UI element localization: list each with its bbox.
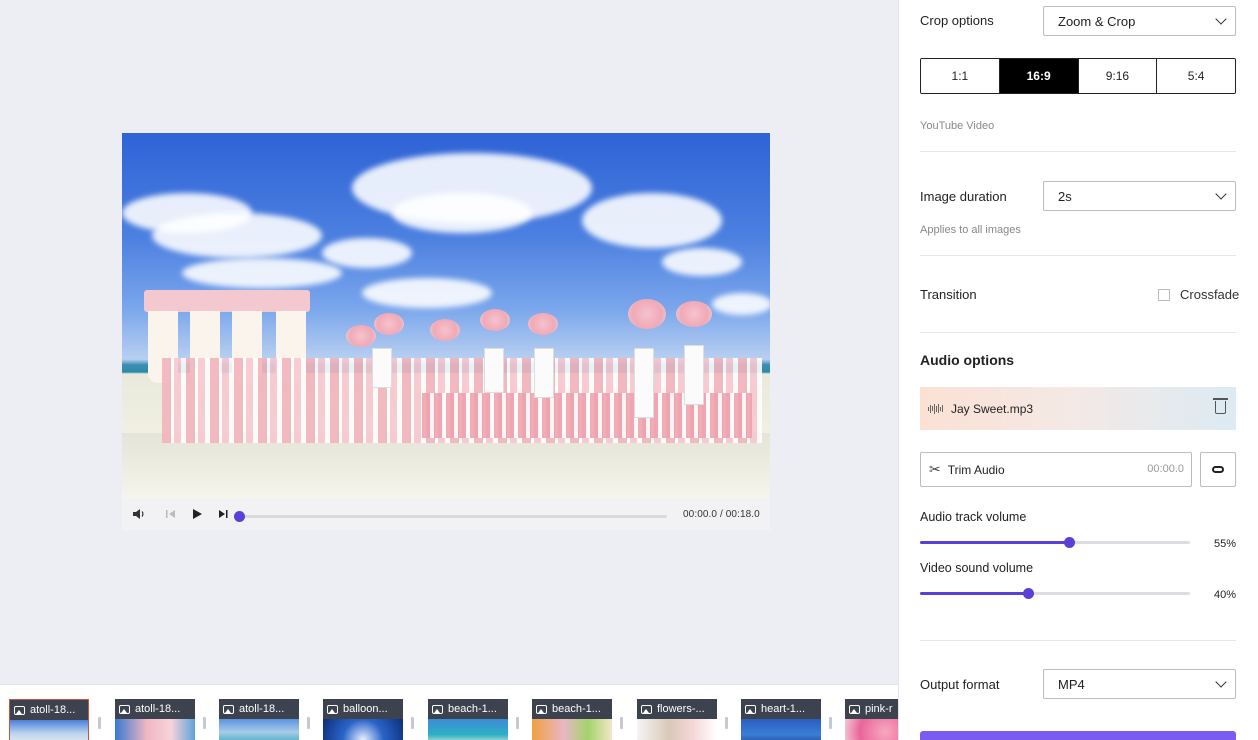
ratio-16-9-button[interactable]: 16:9 [999,59,1079,93]
current-time: 00:00.0 [683,509,718,520]
crossfade-label: Crossfade [1180,287,1240,302]
output-format-value: MP4 [1058,677,1085,692]
trim-audio-time: 00:00.0 [1147,463,1184,475]
audio-track-volume-slider[interactable] [920,537,1190,548]
checkbox-box[interactable] [1158,288,1170,301]
filmstrip-item-label: pink-r [865,703,893,715]
filmstrip-item-label: balloon... [343,703,388,715]
seek-bar[interactable] [234,511,667,522]
crop-options-label: Crop options [920,13,994,28]
time-separator: / [719,509,723,520]
image-icon [223,704,234,714]
chevron-down-icon [1215,13,1227,25]
audio-track-volume-value: 55% [1213,538,1236,550]
chevron-down-icon [1215,676,1227,688]
video-player: 00:00.0 / 00:18.0 [122,133,770,530]
crop-hint: YouTube Video [920,120,995,132]
preview-frame[interactable] [122,133,770,498]
output-format-select[interactable]: MP4 [1043,669,1236,699]
video-sound-volume-slider[interactable] [920,588,1190,599]
scissors-icon: ✂ [929,461,941,477]
trim-audio-label: Trim Audio [947,462,1005,477]
aspect-ratio-group: 1:1 16:9 9:16 5:4 [920,58,1236,94]
filmstrip-item-label: atoll-18... [135,703,181,715]
filmstrip-item-label: atoll-18... [239,703,285,715]
image-duration-label: Image duration [920,189,1007,204]
previous-frame-icon[interactable] [163,506,179,522]
image-icon [641,704,652,714]
crop-options-select[interactable]: Zoom & Crop [1043,6,1236,36]
video-sound-volume-label: Video sound volume [920,561,1034,575]
image-icon [432,704,443,714]
play-icon[interactable] [189,506,205,522]
image-icon [745,704,756,714]
divider [920,151,1236,152]
audio-wave-icon [928,403,943,414]
divider [920,255,1236,256]
filmstrip-item-label: beach-1... [448,703,497,715]
filmstrip: atoll-18... atoll-18... atoll-18... ball… [0,684,898,740]
total-duration: 00:18.0 [725,509,760,520]
ratio-9-16-button[interactable]: 9:16 [1078,59,1158,93]
slider-handle[interactable] [1023,588,1034,599]
filmstrip-item[interactable]: atoll-18... [115,699,195,740]
crop-options-value: Zoom & Crop [1058,14,1136,29]
audio-file-name: Jay Sweet.mp3 [951,401,1034,416]
image-icon [849,704,860,714]
trim-audio-button[interactable]: ✂ Trim Audio 00:00.0 [920,452,1192,487]
filmstrip-item[interactable]: pink-r [845,699,898,740]
duration-hint: Applies to all images [920,224,1021,236]
image-icon [119,704,130,714]
settings-panel: Crop options Zoom & Crop 1:1 16:9 9:16 5… [898,0,1258,740]
image-icon [14,705,25,715]
link-icon [1212,466,1224,473]
filmstrip-item-label: heart-1... [761,703,806,715]
filmstrip-item[interactable]: atoll-18... [219,699,299,740]
ratio-5-4-button[interactable]: 5:4 [1157,59,1235,93]
filmstrip-item[interactable]: beach-1... [532,699,612,740]
link-audio-button[interactable] [1200,452,1236,487]
filmstrip-item[interactable]: heart-1... [741,699,821,740]
time-readout: 00:00.0 / 00:18.0 [683,509,760,520]
filmstrip-item[interactable]: beach-1... [428,699,508,740]
filmstrip-item[interactable]: balloon... [323,699,403,740]
image-icon [327,704,338,714]
ratio-1-1-button[interactable]: 1:1 [921,59,1000,93]
crossfade-checkbox[interactable]: Crossfade [1158,287,1239,302]
divider [920,640,1236,641]
output-format-label: Output format [920,677,1000,692]
audio-track-volume-label: Audio track volume [920,510,1027,524]
chevron-down-icon [1215,188,1227,200]
video-sound-volume-value: 40% [1213,589,1236,601]
slider-handle[interactable] [1063,537,1075,548]
audio-file-item: Jay Sweet.mp3 [920,387,1236,430]
slider-fill [920,541,1069,544]
filmstrip-item[interactable]: atoll-18... [9,699,89,740]
transition-label: Transition [920,287,977,302]
next-frame-icon[interactable] [215,506,231,522]
seek-bar-handle[interactable] [234,511,245,522]
preview-area: 00:00.0 / 00:18.0 [0,0,898,684]
slider-fill [920,592,1028,595]
filmstrip-item-label: flowers-... [657,703,705,715]
filmstrip-item-label: beach-1... [552,703,601,715]
audio-options-heading: Audio options [920,352,1015,368]
image-duration-value: 2s [1058,189,1072,204]
image-icon [536,704,547,714]
volume-icon[interactable] [131,506,147,522]
player-controls: 00:00.0 / 00:18.0 [122,498,770,530]
export-button[interactable] [920,731,1236,740]
image-duration-select[interactable]: 2s [1043,181,1236,211]
divider [920,332,1236,333]
filmstrip-item[interactable]: flowers-... [637,699,717,740]
filmstrip-item-label: atoll-18... [30,704,76,716]
trash-icon[interactable] [1213,398,1228,414]
